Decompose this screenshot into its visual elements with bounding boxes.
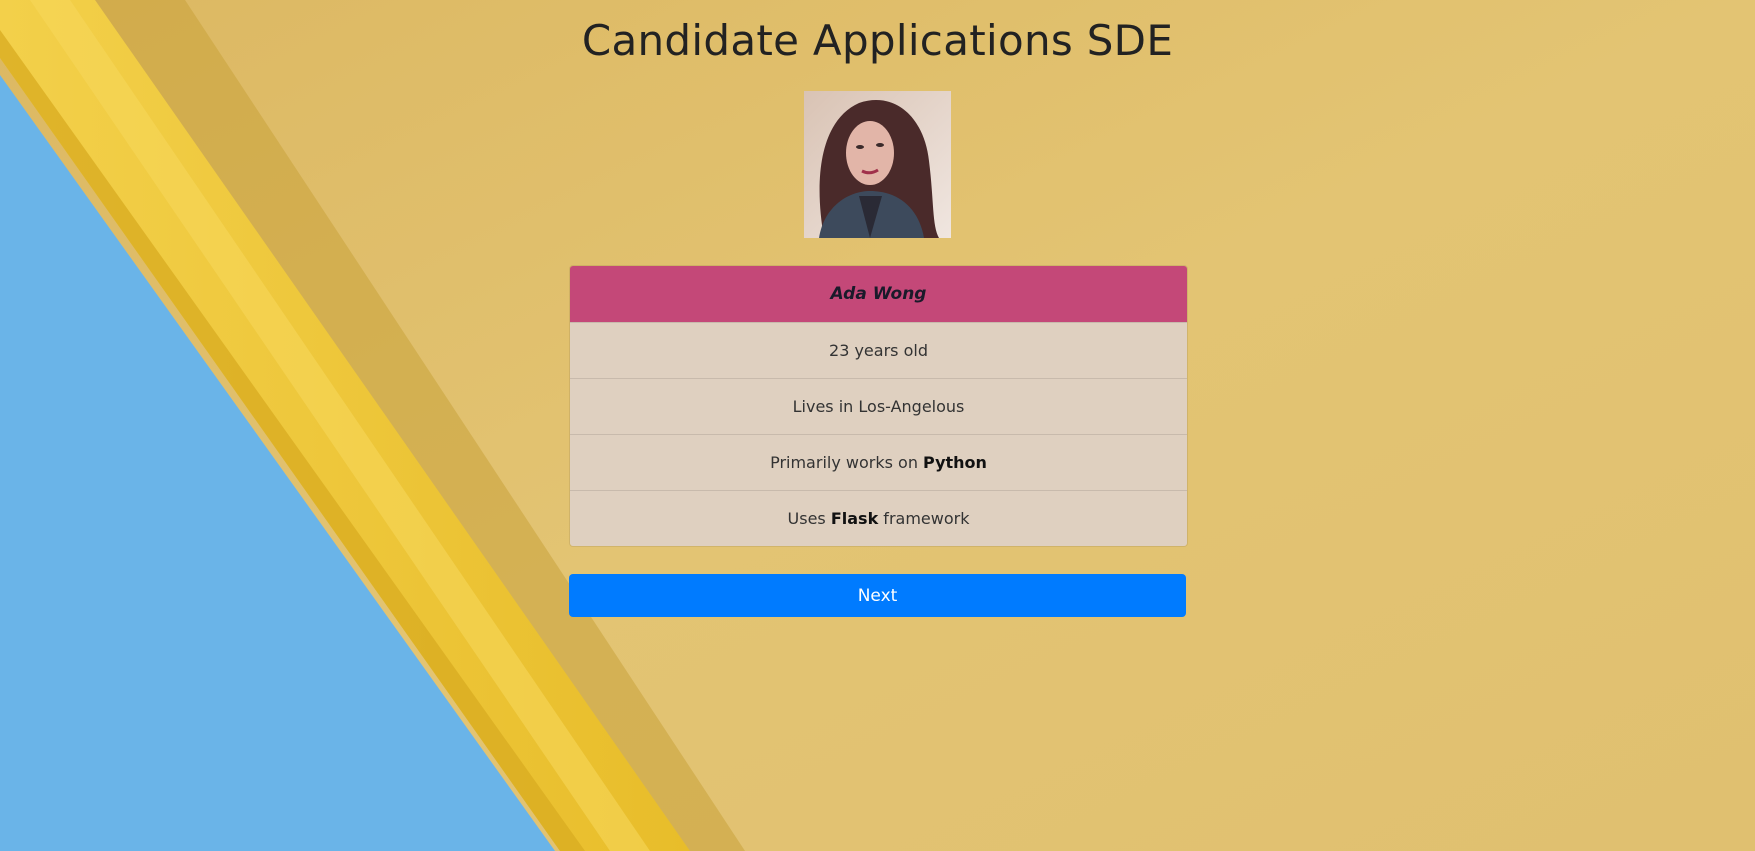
candidate-framework: Uses Flask framework xyxy=(570,490,1187,546)
candidate-card: Ada Wong 23 years old Lives in Los-Angel… xyxy=(569,265,1188,547)
candidate-framework-suffix: framework xyxy=(878,509,970,528)
candidate-photo xyxy=(804,91,951,238)
candidate-language-prefix: Primarily works on xyxy=(770,453,924,472)
candidate-framework-value: Flask xyxy=(830,509,879,528)
next-button[interactable]: Next xyxy=(569,574,1186,617)
candidate-language: Primarily works on Python xyxy=(570,434,1187,490)
candidate-language-value: Python xyxy=(923,453,987,472)
candidate-age-text: 23 years old xyxy=(829,341,928,360)
candidate-location: Lives in Los-Angelous xyxy=(570,378,1187,434)
candidate-location-text: Lives in Los-Angelous xyxy=(792,397,965,416)
candidate-framework-prefix: Uses xyxy=(787,509,831,528)
page-title: Candidate Applications SDE xyxy=(581,16,1174,65)
candidate-age: 23 years old xyxy=(570,322,1187,378)
candidate-name: Ada Wong xyxy=(570,266,1187,322)
